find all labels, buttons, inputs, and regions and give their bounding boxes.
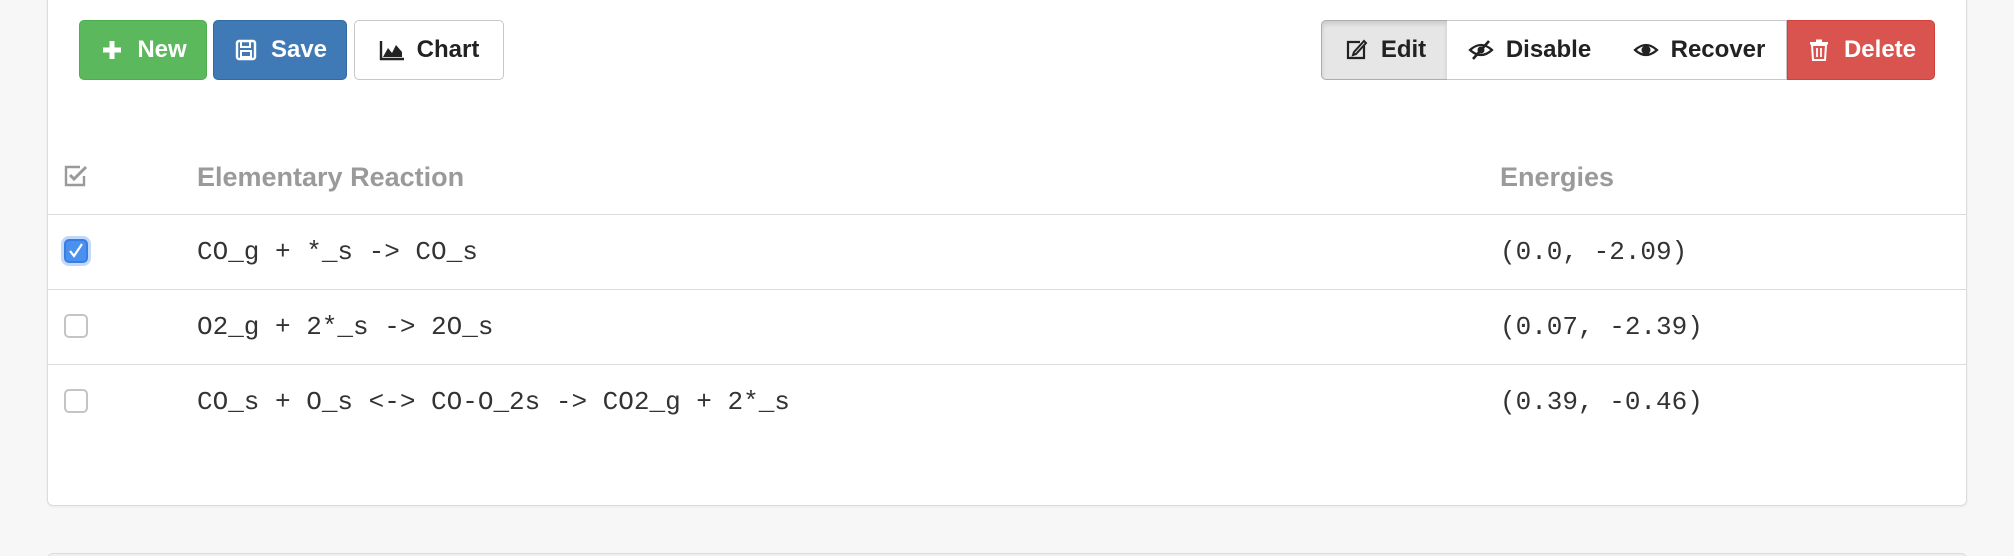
recover-button-label: Recover: [1670, 36, 1766, 63]
energies-cell: (0.39, -0.46): [1500, 387, 1703, 417]
edit-button-label: Edit: [1380, 36, 1427, 63]
area-chart-icon: [379, 37, 405, 63]
eye-icon: [1632, 37, 1659, 63]
column-header-energies: Energies: [1500, 162, 1615, 192]
delete-button[interactable]: Delete: [1787, 20, 1935, 80]
reaction-cell: CO_s + O_s <-> CO-O_2s -> CO2_g + 2*_s: [197, 387, 790, 417]
column-header-reaction: Elementary Reaction: [197, 162, 465, 192]
table-row: O2_g + 2*_s -> 2O_s (0.07, -2.39): [47, 290, 1967, 365]
edit-button[interactable]: Edit: [1321, 20, 1448, 80]
row-checkbox[interactable]: [64, 389, 88, 413]
chart-button-label: Chart: [416, 36, 480, 63]
new-button-label: New: [137, 36, 187, 63]
new-button[interactable]: New: [79, 20, 207, 80]
table-row: CO_s + O_s <-> CO-O_2s -> CO2_g + 2*_s (…: [47, 365, 1967, 440]
disable-button[interactable]: Disable: [1447, 20, 1613, 80]
table-header: Elementary Reaction Energies: [47, 148, 1967, 215]
row-checkbox[interactable]: [64, 314, 88, 338]
pencil-square-icon: [1343, 37, 1369, 63]
recover-button[interactable]: Recover: [1612, 20, 1787, 80]
trash-icon: [1806, 37, 1832, 63]
delete-button-label: Delete: [1843, 36, 1917, 63]
table-row: CO_g + *_s -> CO_s (0.0, -2.09): [47, 215, 1967, 290]
eye-slash-icon: [1468, 37, 1494, 63]
floppy-disk-icon: [233, 37, 259, 63]
disable-button-label: Disable: [1505, 36, 1592, 63]
reaction-cell: O2_g + 2*_s -> 2O_s: [197, 312, 494, 342]
select-all-check-square-icon[interactable]: [63, 164, 89, 193]
plus-icon: [99, 37, 125, 63]
save-button-label: Save: [270, 36, 328, 63]
chart-button[interactable]: Chart: [354, 20, 504, 80]
save-button[interactable]: Save: [213, 20, 347, 80]
row-checkbox-checked[interactable]: [64, 239, 88, 263]
reaction-cell: CO_g + *_s -> CO_s: [197, 237, 478, 267]
energies-cell: (0.07, -2.39): [1500, 312, 1703, 342]
canvas: New Save Chart Edit Disable Recover Dele…: [0, 0, 2014, 556]
energies-cell: (0.0, -2.09): [1500, 237, 1688, 267]
